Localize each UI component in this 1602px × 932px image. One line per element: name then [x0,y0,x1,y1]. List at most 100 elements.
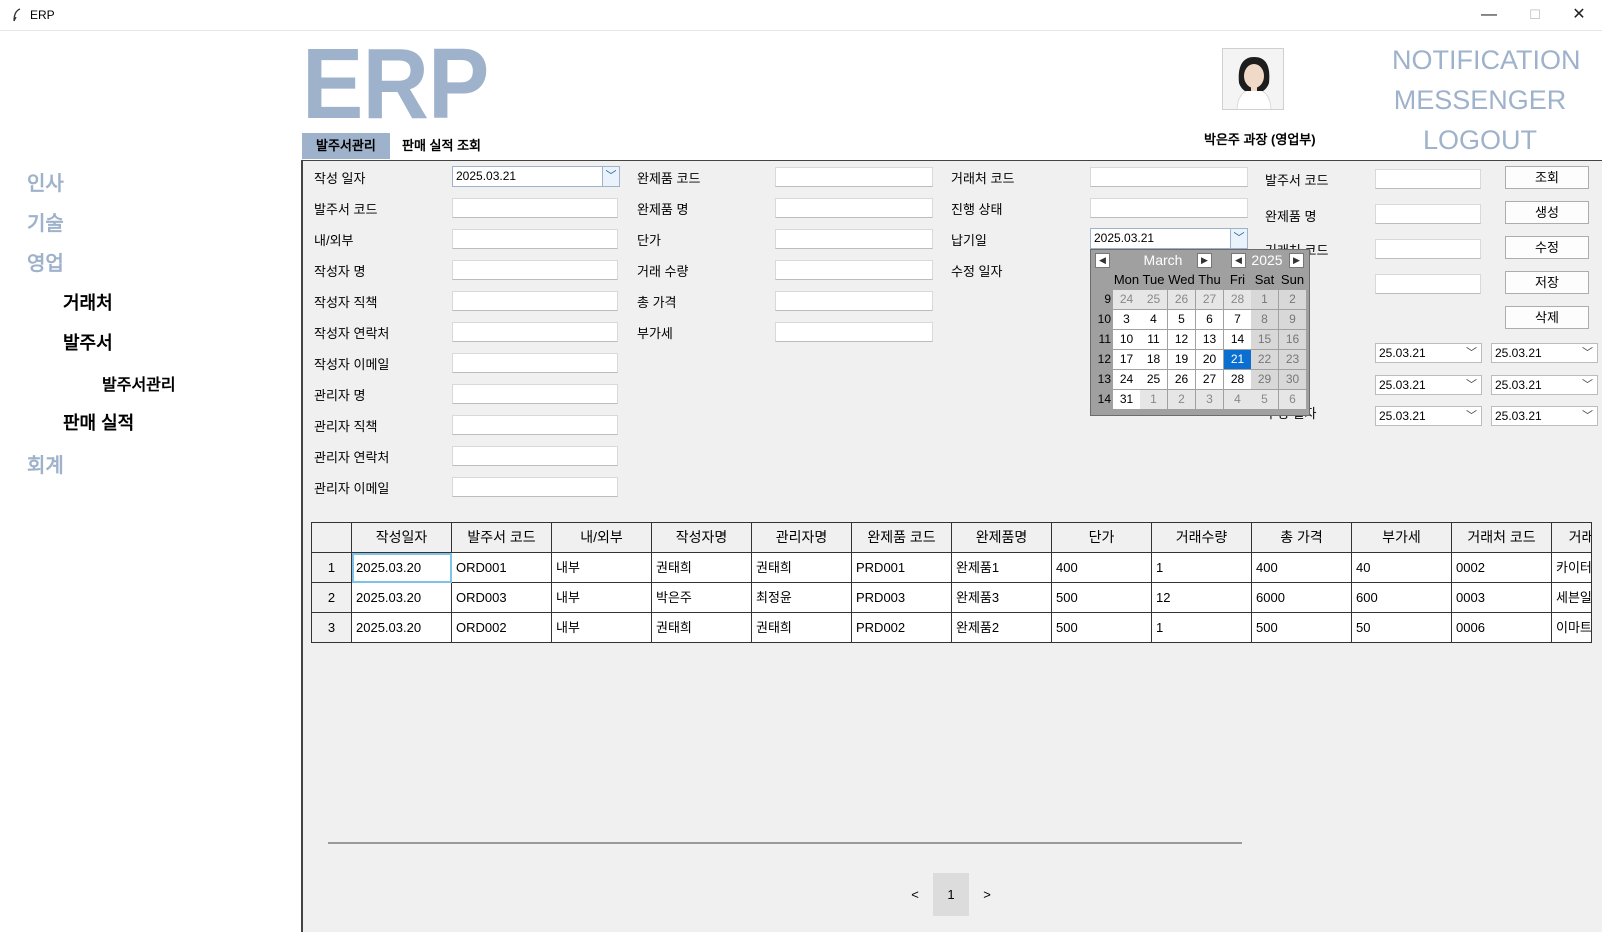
table-cell[interactable]: 권태희 [652,553,752,583]
manager-contact-field[interactable] [452,446,618,466]
table-cell[interactable]: 400 [1052,553,1152,583]
calendar-day[interactable]: 14 [1224,330,1251,349]
calendar-day[interactable]: 23 [1279,350,1306,369]
internal-external-field[interactable] [452,229,618,249]
search-status-field[interactable] [1375,274,1481,294]
next-year-button[interactable]: ▶ [1289,253,1304,268]
calendar-day[interactable]: 4 [1224,390,1251,409]
minimize-button[interactable]: — [1466,0,1512,31]
table-column-header[interactable]: 관리자명 [752,523,852,553]
created-date-combo[interactable]: 2025.03.21 ﹀ [452,166,620,187]
notification-link[interactable]: NOTIFICATION [1392,44,1581,76]
sidebar-item-tech[interactable]: 기술 [27,207,64,236]
calendar-day[interactable]: 16 [1279,330,1306,349]
tab-sales-performance[interactable]: 판매 실적 조회 [388,133,495,159]
calendar-day[interactable]: 5 [1168,310,1195,329]
table-cell[interactable]: 6000 [1252,583,1352,613]
calendar-day[interactable]: 25 [1140,370,1167,389]
table-cell[interactable]: 내부 [552,613,652,642]
chevron-down-icon[interactable]: ﹀ [1230,229,1247,248]
calendar-day[interactable]: 31 [1113,390,1140,409]
calendar-day[interactable]: 11 [1140,330,1167,349]
author-position-field[interactable] [452,291,618,311]
page-number-current[interactable]: 1 [933,873,969,916]
date-from-combo[interactable]: 25.03.21 ﹀ [1375,343,1482,363]
table-cell[interactable]: 500 [1052,613,1152,642]
sidebar-item-clients[interactable]: 거래처 [63,289,113,315]
product-code-field[interactable] [775,167,933,187]
tab-purchase-order-management[interactable]: 발주서관리 [302,133,390,159]
prev-year-button[interactable]: ◀ [1231,253,1246,268]
table-cell[interactable]: 1 [1152,553,1252,583]
calendar-day[interactable]: 26 [1168,370,1195,389]
calendar-day[interactable]: 9 [1279,310,1306,329]
date-to-combo[interactable]: 25.03.21 ﹀ [1491,375,1598,395]
calendar-day[interactable]: 7 [1224,310,1251,329]
client-code-field[interactable] [1090,167,1248,187]
sidebar-item-sales[interactable]: 영업 [27,247,64,276]
calendar-day[interactable]: 3 [1113,310,1140,329]
calendar-day[interactable]: 28 [1224,370,1251,389]
table-cell[interactable]: 카이터 [1552,553,1591,583]
calendar-day[interactable]: 2 [1168,390,1195,409]
table-cell[interactable]: ORD002 [452,613,552,642]
calendar-day[interactable]: 17 [1113,350,1140,369]
total-price-field[interactable] [775,291,933,311]
search-po-code-field[interactable] [1375,169,1481,189]
table-cell[interactable]: 400 [1252,553,1352,583]
date-from-combo[interactable]: 25.03.21 ﹀ [1375,375,1482,395]
manager-name-field[interactable] [452,384,618,404]
sidebar-item-sales-performance[interactable]: 판매 실적 [63,409,134,435]
vat-field[interactable] [775,322,933,342]
table-cell[interactable]: 0003 [1452,583,1552,613]
table-cell[interactable]: 박은주 [652,583,752,613]
date-to-combo[interactable]: 25.03.21 ﹀ [1491,343,1598,363]
table-cell[interactable]: PRD002 [852,613,952,642]
delete-button[interactable]: 삭제 [1505,306,1589,329]
search-client-code-field[interactable] [1375,239,1481,259]
calendar-day[interactable]: 19 [1168,350,1195,369]
status-field[interactable] [1090,198,1248,218]
table-cell[interactable]: 0002 [1452,553,1552,583]
horizontal-scrollbar[interactable] [328,842,1242,844]
table-cell[interactable]: 권태희 [652,613,752,642]
date-from-combo[interactable]: 25.03.21 ﹀ [1375,406,1482,426]
table-cell[interactable]: 내부 [552,583,652,613]
calendar-day[interactable]: 15 [1251,330,1278,349]
author-contact-field[interactable] [452,322,618,342]
calendar-day[interactable]: 27 [1196,290,1223,309]
author-name-field[interactable] [452,260,618,280]
table-column-header[interactable]: 내/외부 [552,523,652,553]
table-column-header[interactable]: 거래처 코드 [1452,523,1552,553]
messenger-link[interactable]: MESSENGER [1392,84,1568,116]
calendar-day[interactable]: 10 [1113,330,1140,349]
next-page-button[interactable]: > [977,873,997,916]
calendar-day[interactable]: 30 [1279,370,1306,389]
create-button[interactable]: 생성 [1505,201,1589,224]
calendar-day[interactable]: 8 [1251,310,1278,329]
next-month-button[interactable]: ▶ [1197,253,1212,268]
author-email-field[interactable] [452,353,618,373]
table-row-number[interactable]: 2 [312,583,352,613]
table-cell[interactable]: 2025.03.20 [352,613,452,642]
table-cell[interactable]: PRD003 [852,583,952,613]
calendar-day[interactable]: 24 [1113,290,1140,309]
calendar-day[interactable]: 6 [1196,310,1223,329]
table-column-header[interactable]: 완제품명 [952,523,1052,553]
save-button[interactable]: 저장 [1505,271,1589,294]
table-column-header[interactable]: 부가세 [1352,523,1452,553]
table-column-header[interactable]: 단가 [1052,523,1152,553]
calendar-day[interactable]: 28 [1224,290,1251,309]
table-cell[interactable]: 500 [1052,583,1152,613]
edit-button[interactable]: 수정 [1505,236,1589,259]
manager-position-field[interactable] [452,415,618,435]
search-product-name-field[interactable] [1375,204,1481,224]
calendar-day[interactable]: 4 [1140,310,1167,329]
table-cell[interactable]: 세븐일 [1552,583,1591,613]
calendar-day[interactable]: 26 [1168,290,1195,309]
table-cell[interactable]: 2025.03.20 [352,553,452,583]
unit-price-field[interactable] [775,229,933,249]
calendar-day[interactable]: 27 [1196,370,1223,389]
maximize-button[interactable]: ☐ [1512,0,1558,31]
calendar-day[interactable]: 24 [1113,370,1140,389]
